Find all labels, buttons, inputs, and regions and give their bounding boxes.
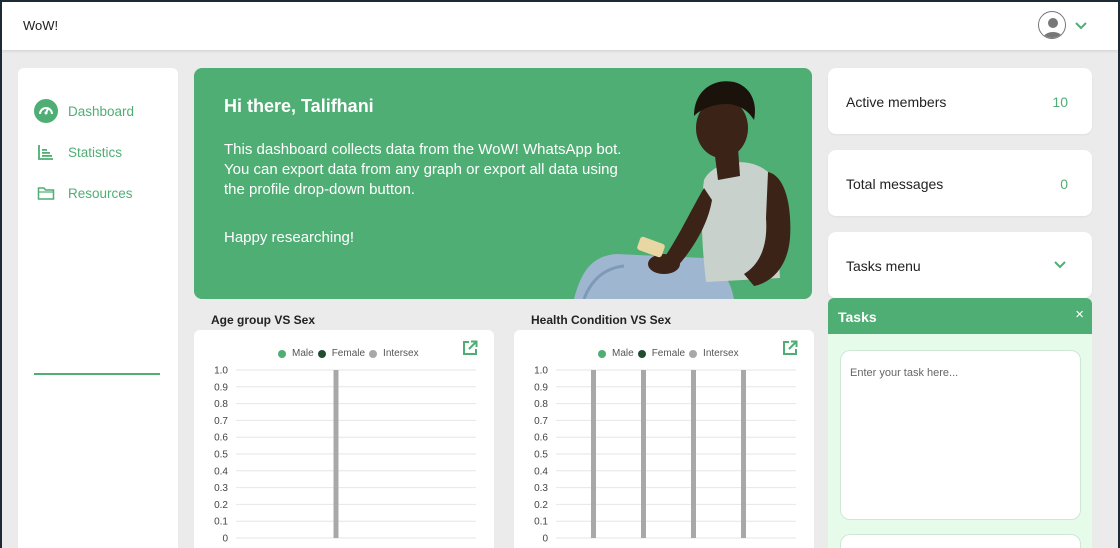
y-tick-label: 0.3 <box>214 483 228 494</box>
tasks-menu-label: Tasks menu <box>846 258 921 274</box>
y-tick-label: 0.7 <box>214 416 228 427</box>
health-condition-chart-card: Male Female Intersex 1.0 0.9 0.8 0.7 0.6 0.5 0… <box>514 330 814 548</box>
chart-legend: Male Female Intersex <box>598 348 739 359</box>
legend-label: Male <box>612 348 634 359</box>
legend-label: Intersex <box>383 348 419 359</box>
y-tick-label: 1.0 <box>214 366 228 377</box>
bar-intersex[interactable] <box>691 370 696 538</box>
y-tick-label: 0.9 <box>214 382 228 393</box>
tasks-header: Tasks × <box>828 298 1092 334</box>
y-tick-label: 0.8 <box>214 399 228 410</box>
legend-swatch-intersex <box>369 349 378 358</box>
y-tick-label: 0 <box>222 534 228 545</box>
brand-name: WoW! <box>23 18 59 33</box>
sidebar-item-resources[interactable]: Resources <box>34 180 133 206</box>
active-members-card: Active members 10 <box>828 68 1092 134</box>
legend-label: Female <box>331 348 366 359</box>
sidebar-item-label: Dashboard <box>68 103 135 119</box>
external-link-icon[interactable] <box>782 340 798 356</box>
stat-value: 10 <box>1052 94 1068 110</box>
external-link-icon[interactable] <box>462 340 478 356</box>
legend-swatch-male <box>598 349 606 358</box>
user-avatar-icon[interactable] <box>1038 11 1066 39</box>
y-tick-label: 0.4 <box>534 466 548 477</box>
legend-swatch-male <box>278 349 286 358</box>
woman-with-phone-photo <box>574 81 791 299</box>
gauge-icon <box>34 99 58 123</box>
age-group-chart-card: Male Female Intersex 1.0 0.9 0.8 0.7 0.6 0.5 0… <box>194 330 494 548</box>
sidebar: Dashboard Statistics Resources <box>18 68 178 548</box>
sidebar-item-label: Resources <box>68 185 133 201</box>
welcome-title: Hi there, Talifhani <box>224 96 374 116</box>
welcome-banner: Hi there, Talifhani This dashboard colle… <box>194 68 812 299</box>
stat-value: 0 <box>1060 176 1068 192</box>
y-tick-label: 1.0 <box>534 366 548 377</box>
legend-swatch-female <box>317 349 326 358</box>
y-tick-label: 0.9 <box>534 382 548 393</box>
bar-intersex[interactable] <box>591 370 596 538</box>
y-tick-label: 0.6 <box>214 433 228 444</box>
y-tick-label: 0.1 <box>214 517 228 528</box>
sidebar-divider <box>34 373 160 375</box>
y-tick-label: 0 <box>542 534 548 545</box>
y-tick-label: 0.5 <box>534 450 548 461</box>
legend-label: Female <box>651 348 686 359</box>
legend-swatch-intersex <box>689 349 698 358</box>
task-list-box <box>840 534 1081 548</box>
stat-label: Total messages <box>846 176 944 192</box>
legend-label: Intersex <box>703 348 739 359</box>
close-icon[interactable]: × <box>1075 306 1084 323</box>
chevron-down-icon <box>1052 256 1068 272</box>
y-tick-label: 0.7 <box>534 416 548 427</box>
legend-swatch-female <box>637 349 646 358</box>
task-input[interactable] <box>840 350 1081 520</box>
bar-intersex[interactable] <box>741 370 746 538</box>
sidebar-item-dashboard[interactable]: Dashboard <box>34 98 134 124</box>
y-tick-label: 0.6 <box>534 433 548 444</box>
bar-chart-icon <box>34 140 58 164</box>
welcome-sign-off: Happy researching! <box>224 229 355 246</box>
health-condition-chart-plot: 1.0 0.9 0.8 0.7 0.6 0.5 0.4 0.3 0.2 0.1 0 <box>534 366 796 545</box>
y-tick-label: 0.2 <box>534 500 548 511</box>
bar-intersex[interactable] <box>333 370 339 538</box>
sidebar-item-label: Statistics <box>68 144 123 160</box>
legend-label: Male <box>292 348 314 359</box>
tasks-menu-toggle[interactable]: Tasks menu <box>828 232 1092 298</box>
chevron-down-icon[interactable] <box>1073 17 1089 33</box>
chart-title: Health Condition VS Sex <box>531 313 672 327</box>
y-tick-label: 0.4 <box>214 466 228 477</box>
top-bar: WoW! <box>2 2 1118 50</box>
chart-title: Age group VS Sex <box>211 313 316 327</box>
tasks-panel: Tasks × <box>828 298 1092 548</box>
age-group-chart-plot: 1.0 0.9 0.8 0.7 0.6 0.5 0.4 0.3 0.2 0.1 0 <box>214 366 476 545</box>
y-tick-label: 0.5 <box>214 450 228 461</box>
y-tick-label: 0.1 <box>534 517 548 528</box>
total-messages-card: Total messages 0 <box>828 150 1092 216</box>
sidebar-item-statistics[interactable]: Statistics <box>34 139 122 165</box>
y-tick-label: 0.8 <box>534 399 548 410</box>
folder-icon <box>34 181 58 205</box>
app-frame: WoW! Dashboard Statistics Resources Hi t… <box>2 2 1118 548</box>
stat-label: Active members <box>846 94 947 110</box>
y-tick-label: 0.3 <box>534 483 548 494</box>
bar-intersex[interactable] <box>641 370 646 538</box>
y-tick-label: 0.2 <box>214 500 228 511</box>
tasks-title: Tasks <box>838 309 877 325</box>
chart-legend: Male Female Intersex <box>278 348 419 359</box>
